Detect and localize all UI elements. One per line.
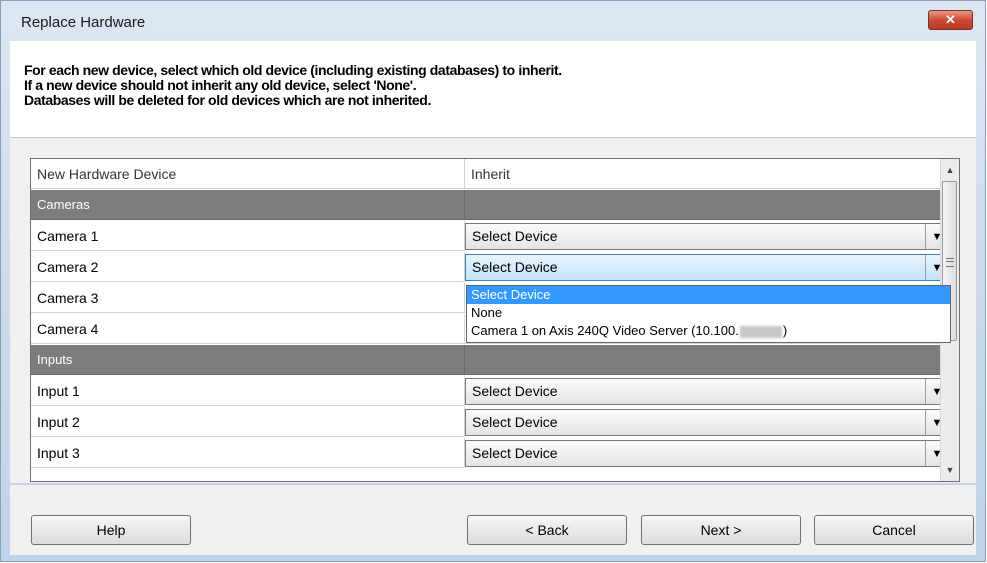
next-button[interactable]: Next > <box>641 515 801 545</box>
scroll-up-icon[interactable]: ▲ <box>941 161 959 179</box>
inherit-select-camera-1[interactable]: Select Device ▼ <box>465 223 949 250</box>
device-name-camera-1: Camera 1 <box>31 221 465 251</box>
table-row: Camera 1 Select Device ▼ <box>31 221 950 252</box>
option-suffix: ) <box>782 323 788 338</box>
column-header-new-device[interactable]: New Hardware Device <box>31 159 465 189</box>
instructions-text: For each new device, select which old de… <box>24 63 562 108</box>
button-bar: Help < Back Next > Cancel <box>10 484 976 555</box>
dropdown-option-camera-1-axis[interactable]: Camera 1 on Axis 240Q Video Server (10.1… <box>467 322 950 340</box>
content-area: New Hardware Device Inherit Cameras Came… <box>10 138 976 483</box>
instruction-line-2: If a new device should not inherit any o… <box>24 77 417 93</box>
group-row-inputs: Inputs <box>31 345 950 376</box>
select-value: Select Device <box>472 445 558 461</box>
group-row-cameras: Cameras <box>31 190 950 221</box>
device-name-camera-3: Camera 3 <box>31 283 465 313</box>
grid-header-row: New Hardware Device Inherit <box>31 159 950 190</box>
inherit-select-camera-2[interactable]: Select Device ▼ <box>465 254 949 281</box>
inherit-select-input-2[interactable]: Select Device ▼ <box>465 409 949 436</box>
device-dropdown-list: Select Device None Camera 1 on Axis 240Q… <box>466 285 951 343</box>
device-name-input-2: Input 2 <box>31 407 465 437</box>
table-row: Input 1 Select Device ▼ <box>31 376 950 407</box>
instructions-panel: For each new device, select which old de… <box>10 41 976 138</box>
dialog-title: Replace Hardware <box>21 14 146 31</box>
column-header-inherit[interactable]: Inherit <box>465 159 950 189</box>
select-value: Select Device <box>472 228 558 244</box>
close-icon: ✕ <box>945 12 956 27</box>
device-name-input-1: Input 1 <box>31 376 465 406</box>
select-value: Select Device <box>472 383 558 399</box>
select-value: Select Device <box>472 259 558 275</box>
grip-icon <box>946 258 954 267</box>
inherit-select-input-3[interactable]: Select Device ▼ <box>465 440 949 467</box>
instruction-line-1: For each new device, select which old de… <box>24 62 562 78</box>
dropdown-option-select-device[interactable]: Select Device <box>467 286 950 304</box>
table-row: Input 2 Select Device ▼ <box>31 407 950 438</box>
help-button[interactable]: Help <box>31 515 191 545</box>
table-row: Input 3 Select Device ▼ <box>31 438 950 469</box>
option-label: Camera 1 on Axis 240Q Video Server (10.1… <box>471 323 739 338</box>
group-fill <box>465 190 950 220</box>
back-button[interactable]: < Back <box>467 515 627 545</box>
inherit-select-input-1[interactable]: Select Device ▼ <box>465 378 949 405</box>
device-name-camera-4: Camera 4 <box>31 314 465 344</box>
group-label: Inputs <box>31 345 465 375</box>
select-value: Select Device <box>472 414 558 430</box>
device-name-camera-2: Camera 2 <box>31 252 465 282</box>
instruction-line-3: Databases will be deleted for old device… <box>24 92 431 108</box>
scroll-down-icon[interactable]: ▼ <box>941 461 959 479</box>
group-label: Cameras <box>31 190 465 220</box>
close-button[interactable]: ✕ <box>928 10 973 30</box>
replace-hardware-dialog: Replace Hardware ✕ For each new device, … <box>0 0 986 562</box>
cancel-button[interactable]: Cancel <box>814 515 974 545</box>
redacted-ip <box>739 325 782 338</box>
device-name-input-3: Input 3 <box>31 438 465 468</box>
title-bar: Replace Hardware ✕ <box>1 1 985 41</box>
dropdown-option-none[interactable]: None <box>467 304 950 322</box>
table-row: Camera 2 Select Device ▼ <box>31 252 950 283</box>
group-fill <box>465 345 950 375</box>
